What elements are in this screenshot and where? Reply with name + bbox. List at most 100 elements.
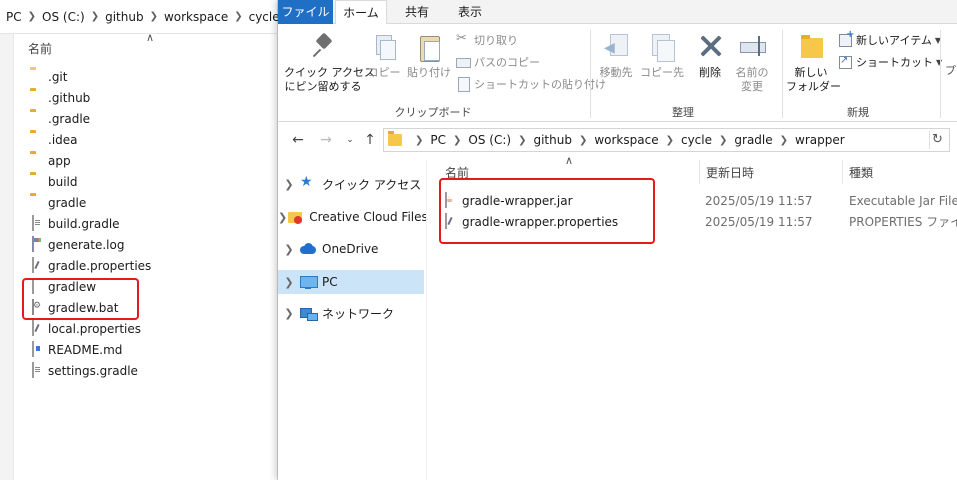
- rename-icon: [738, 32, 766, 62]
- nav-item[interactable]: ❯ クイック アクセス: [278, 172, 424, 196]
- nav-item[interactable]: ❯ Creative Cloud Files: [278, 205, 428, 229]
- refresh-icon[interactable]: ↻: [929, 131, 945, 149]
- file-date: 2025/05/19 11:57: [705, 193, 813, 208]
- shortcut-button[interactable]: ショートカット ▼: [838, 52, 942, 72]
- ribbon-divider: [590, 30, 591, 118]
- list-item-name: gradle: [48, 195, 87, 210]
- file-icon-wrap: [30, 214, 44, 232]
- tab-file[interactable]: ファイル: [278, 0, 333, 24]
- crumb-pc[interactable]: PC: [6, 10, 22, 24]
- left-breadcrumb[interactable]: PC ❯ OS (C:) ❯ github ❯ workspace ❯ cycl…: [0, 0, 278, 34]
- nav-item[interactable]: ❯ ネットワーク: [278, 301, 424, 325]
- screen: PC ❯ OS (C:) ❯ github ❯ workspace ❯ cycl…: [0, 0, 957, 480]
- copy-to-icon: [647, 32, 675, 62]
- address-crumb-gradle[interactable]: gradle: [734, 133, 772, 147]
- nav-item[interactable]: ❯ OneDrive: [278, 237, 424, 261]
- file-icon-wrap: [30, 132, 44, 148]
- crumb-os-c[interactable]: OS (C:): [42, 10, 85, 24]
- address-crumb-pc[interactable]: PC: [430, 133, 446, 147]
- recent-locations-chevron-icon[interactable]: ⌄: [340, 129, 360, 151]
- list-item[interactable]: .gradle: [30, 108, 270, 129]
- list-item[interactable]: .github: [30, 87, 270, 108]
- rename-button[interactable]: 名前の 変更: [732, 32, 772, 94]
- scissors-icon: [456, 31, 470, 47]
- column-header-name[interactable]: 名前: [28, 40, 52, 57]
- address-crumb-cycle[interactable]: cycle: [681, 133, 712, 147]
- copy-button[interactable]: コピー: [366, 32, 402, 80]
- column-header-type[interactable]: 種類: [849, 163, 873, 183]
- delete-x-icon: [696, 32, 724, 62]
- back-button[interactable]: ←: [288, 129, 308, 151]
- address-crumb-os-c[interactable]: OS (C:): [468, 133, 511, 147]
- list-item[interactable]: build: [30, 171, 270, 192]
- list-item[interactable]: build.gradle: [30, 213, 270, 234]
- list-item[interactable]: .git: [30, 66, 270, 87]
- list-item[interactable]: gradle.properties: [30, 255, 270, 276]
- paste-shortcut-button[interactable]: ショートカットの貼り付け: [456, 74, 606, 94]
- copy-to-button[interactable]: コピー先: [640, 32, 684, 80]
- cloud-icon: [300, 242, 316, 256]
- column-divider[interactable]: [842, 160, 843, 184]
- crumb-workspace[interactable]: workspace: [164, 10, 228, 24]
- move-to-icon: [602, 32, 630, 62]
- file-date: 2025/05/19 11:57: [705, 214, 813, 229]
- column-header-date[interactable]: 更新日時: [706, 163, 754, 183]
- forward-button[interactable]: →: [316, 129, 336, 151]
- address-bar[interactable]: ❯ PC ❯ OS (C:) ❯ github ❯ workspace ❯ cy…: [383, 128, 950, 152]
- crumb-cycle[interactable]: cycle: [249, 10, 278, 24]
- move-to-button[interactable]: 移動先: [596, 32, 636, 80]
- new-folder-button[interactable]: 新しい フォルダー: [786, 32, 841, 94]
- list-item-name: .idea: [48, 132, 78, 147]
- cut-button[interactable]: 切り取り: [456, 30, 518, 50]
- address-crumb-github[interactable]: github: [533, 133, 571, 147]
- pin-label-line1: クイック アクセス: [284, 66, 375, 79]
- expand-chevron-icon[interactable]: ❯: [278, 211, 287, 224]
- group-label-new: 新規: [847, 106, 869, 119]
- copy-to-label: コピー先: [640, 66, 684, 79]
- copy-path-label: パスのコピー: [474, 56, 540, 69]
- pin-to-quick-access-button[interactable]: クイック アクセス にピン留めする: [284, 32, 375, 94]
- paste-button[interactable]: 貼り付け: [406, 32, 452, 80]
- expand-chevron-icon[interactable]: ❯: [278, 243, 300, 256]
- tab-view[interactable]: 表示: [444, 0, 496, 24]
- chevron-right-icon: ❯: [665, 134, 674, 146]
- group-label-organize: 整理: [672, 106, 694, 119]
- crumb-github[interactable]: github: [105, 10, 143, 24]
- expand-chevron-icon[interactable]: ❯: [278, 178, 300, 191]
- nav-item[interactable]: ❯ PC: [278, 270, 424, 294]
- left-file-list: .git .github .gradle .idea app build gradle bui…: [30, 66, 270, 381]
- nav-item-label: クイック アクセス: [322, 177, 422, 192]
- expand-chevron-icon[interactable]: ❯: [278, 276, 300, 289]
- column-divider[interactable]: [699, 160, 700, 184]
- list-item[interactable]: .idea: [30, 129, 270, 150]
- tab-share[interactable]: 共有: [391, 0, 443, 24]
- tab-home[interactable]: ホーム: [335, 0, 387, 25]
- file-icon-wrap: [30, 69, 44, 85]
- file-icon-wrap: [30, 340, 44, 358]
- list-item[interactable]: README.md: [30, 339, 270, 360]
- file-icon-wrap: [30, 195, 44, 211]
- new-folder-label-line1: 新しい: [794, 66, 828, 79]
- up-button[interactable]: ↑: [360, 129, 380, 151]
- list-item-name: settings.gradle: [48, 363, 138, 378]
- folder-icon: [388, 131, 402, 146]
- address-crumb-workspace[interactable]: workspace: [594, 133, 658, 147]
- file-icon-wrap: [30, 319, 44, 337]
- expand-chevron-icon[interactable]: ❯: [278, 307, 300, 320]
- list-item-name: app: [48, 153, 71, 168]
- delete-button[interactable]: 削除: [692, 32, 728, 80]
- list-item[interactable]: gradle: [30, 192, 270, 213]
- copy-path-button[interactable]: パスのコピー: [456, 52, 540, 72]
- new-item-button[interactable]: 新しいアイテム ▼: [838, 29, 941, 50]
- list-item[interactable]: generate.log: [30, 234, 270, 255]
- list-item[interactable]: app: [30, 150, 270, 171]
- navigation-pane: ❯ クイック アクセス ❯ Creative Cloud Files ❯ OneDrive…: [278, 160, 428, 480]
- ribbon-divider: [940, 30, 941, 118]
- ribbon-overflow-button[interactable]: プ: [945, 62, 956, 78]
- rename-label-line2: 変更: [741, 80, 763, 93]
- group-label-clipboard: クリップボード: [394, 106, 472, 119]
- list-item[interactable]: settings.gradle: [30, 360, 270, 381]
- delete-label: 削除: [699, 66, 721, 79]
- address-crumb-wrapper[interactable]: wrapper: [795, 133, 845, 147]
- list-item[interactable]: local.properties: [30, 318, 270, 339]
